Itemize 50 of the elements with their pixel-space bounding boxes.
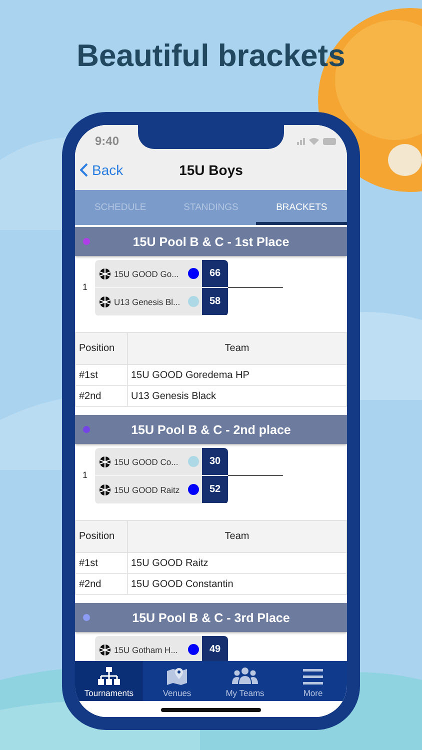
match-card[interactable]: 15U Gotham H... 49 bbox=[95, 636, 228, 661]
screen-title: 15U Boys bbox=[179, 162, 243, 178]
connector-line bbox=[228, 474, 283, 476]
team-name: 15U GOOD Co... bbox=[114, 456, 180, 466]
table-cell: 15U GOOD Constantin bbox=[128, 574, 346, 594]
team-name: 15U Gotham H... bbox=[114, 644, 179, 654]
table-cell: 15U GOOD Raitz bbox=[128, 552, 346, 574]
back-button[interactable]: Back bbox=[75, 162, 124, 178]
tab-bar-item[interactable]: My Teams bbox=[211, 661, 279, 701]
people-icon bbox=[232, 667, 258, 685]
ball-icon bbox=[99, 644, 111, 656]
score: 66 bbox=[202, 260, 228, 287]
ball-icon bbox=[99, 484, 111, 496]
section-title: 15U Pool B & C - 1st Place bbox=[132, 234, 290, 248]
round-number: 1 bbox=[81, 282, 88, 292]
team-name: U13 Genesis Bl... bbox=[114, 296, 182, 306]
round-number: 1 bbox=[81, 470, 88, 480]
tab-bar-item[interactable]: More bbox=[279, 661, 347, 701]
status-icons bbox=[297, 136, 337, 146]
match-card[interactable]: 15U GOOD Co... 30 15U GOOD Raitz 52 bbox=[95, 448, 228, 504]
column-header: Position bbox=[76, 332, 128, 364]
column-header: Team bbox=[128, 520, 346, 552]
table-cell: #1st bbox=[76, 364, 128, 386]
match-card[interactable]: 15U GOOD Go... 66 U13 Genesis Bl... 58 bbox=[95, 260, 228, 316]
table-cell: 15U GOOD Goredema HP bbox=[128, 364, 346, 386]
tab-bar-item[interactable]: Tournaments bbox=[75, 661, 143, 701]
tab-bar-item[interactable]: Venues bbox=[143, 661, 211, 701]
table-cell: #1st bbox=[76, 552, 128, 574]
score: 58 bbox=[202, 288, 228, 315]
chevron-left-icon bbox=[80, 163, 88, 177]
section-title: 15U Pool B & C - 2nd place bbox=[131, 422, 291, 436]
table-cell: #2nd bbox=[76, 574, 128, 594]
score: 30 bbox=[202, 448, 228, 475]
table-cell: #2nd bbox=[76, 386, 128, 406]
team-name: 15U GOOD Go... bbox=[114, 268, 180, 278]
score: 52 bbox=[202, 476, 228, 503]
team-name: 15U GOOD Raitz bbox=[114, 484, 181, 494]
column-header: Position bbox=[76, 520, 128, 552]
column-header: Team bbox=[128, 332, 346, 364]
map-pin-icon bbox=[167, 667, 187, 685]
ball-icon bbox=[99, 268, 111, 280]
connector-line bbox=[228, 286, 283, 288]
ball-icon bbox=[99, 456, 111, 468]
score: 49 bbox=[202, 636, 228, 661]
status-time: 9:40 bbox=[95, 134, 120, 148]
section-title: 15U Pool B & C - 3rd Place bbox=[132, 610, 290, 624]
hierarchy-icon bbox=[98, 667, 120, 685]
menu-icon bbox=[303, 669, 323, 685]
table-cell: U13 Genesis Black bbox=[128, 386, 346, 406]
ball-icon bbox=[99, 296, 111, 308]
